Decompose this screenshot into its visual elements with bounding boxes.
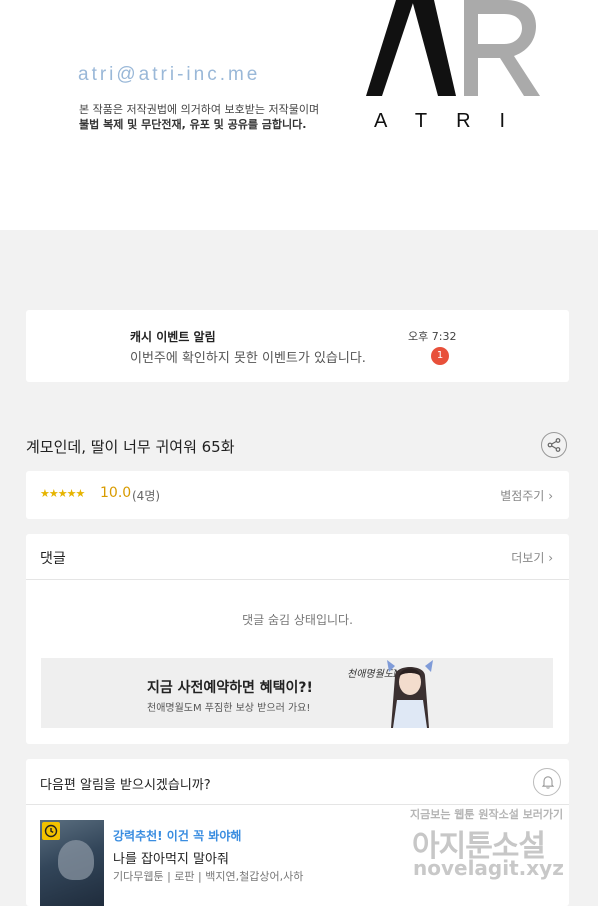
publisher-email[interactable]: atri@atri-inc.me — [78, 64, 260, 86]
more-label: 더보기 — [511, 551, 545, 565]
chevron-right-icon: › — [548, 551, 553, 565]
pre-registration-ad-banner[interactable]: 지금 사전예약하면 혜택이?! 천애명월도M 푸짐한 보상 받으러 가요! 천애… — [41, 658, 553, 728]
wait-free-badge — [42, 822, 60, 840]
watermark-line1: 지금보는 웹툰 원작소설 보러가기 — [410, 808, 564, 821]
thumbnail-art — [58, 840, 94, 880]
rating-bar: ★★★★★ 10.0 (4명) 별점주기 › — [26, 471, 569, 519]
ad-subtitle: 천애명월도M 푸짐한 보상 받으러 가요! — [147, 703, 311, 714]
copyright-banner: atri@atri-inc.me 본 작품은 저작권법에 의거하여 보호받는 저… — [0, 0, 598, 230]
character-illustration — [387, 660, 433, 728]
recommendation-title[interactable]: 나를 잡아먹지 말아줘 — [113, 848, 229, 867]
divider — [26, 579, 569, 580]
watermark-line3: novelagit.xyz — [413, 856, 564, 880]
ad-title: 지금 사전예약하면 혜택이?! — [147, 680, 313, 696]
rating-count: (4명) — [132, 489, 161, 503]
brand-wordmark: ATRI — [374, 110, 535, 132]
cash-event-notification[interactable]: 캐시 이벤트 알림 이번주에 확인하지 못한 이벤트가 있습니다. 오후 7:3… — [26, 310, 569, 382]
notify-bell-button[interactable] — [533, 768, 561, 796]
bell-icon — [541, 776, 555, 789]
notification-title: 캐시 이벤트 알림 — [130, 330, 216, 344]
chevron-right-icon: › — [548, 489, 553, 503]
notification-badge: 1 — [431, 347, 449, 365]
star-rating-icon: ★★★★★ — [40, 487, 85, 500]
share-icon — [547, 438, 561, 452]
notification-time: 오후 7:32 — [408, 330, 457, 343]
rate-button-label: 별점주기 — [500, 489, 545, 503]
clock-icon — [44, 824, 58, 838]
comments-title: 댓글 — [40, 551, 66, 567]
share-button[interactable] — [541, 432, 567, 458]
recommendation-thumbnail[interactable] — [40, 820, 104, 906]
episode-title: 계모인데, 딸이 너무 귀여워 65화 — [26, 438, 235, 456]
copyright-notice-line1: 본 작품은 저작권법에 의거하여 보호받는 저작물이며 — [79, 103, 320, 116]
rate-button[interactable]: 별점주기 › — [500, 487, 553, 504]
recommendation-meta: 기다무웹툰 | 로판 | 백지연,철갑상어,사하 — [113, 870, 304, 883]
notification-message: 이번주에 확인하지 못한 이벤트가 있습니다. — [130, 351, 366, 366]
comments-more-link[interactable]: 더보기 › — [511, 549, 553, 566]
comments-section: 댓글 더보기 › 댓글 숨김 상태입니다. 지금 사전예약하면 혜택이?! 천애… — [26, 534, 569, 744]
next-episode-prompt: 다음편 알림을 받으시겠습니까? — [40, 778, 211, 793]
comments-hidden-message: 댓글 숨김 상태입니다. — [242, 613, 353, 627]
copyright-notice-line2: 불법 복제 및 무단전재, 유포 및 공유를 금합니다. — [79, 118, 307, 131]
recommendation-tag: 강력추천! 이건 꼭 봐야해 — [113, 829, 242, 843]
rating-score: 10.0 — [100, 485, 132, 501]
divider — [26, 804, 569, 805]
